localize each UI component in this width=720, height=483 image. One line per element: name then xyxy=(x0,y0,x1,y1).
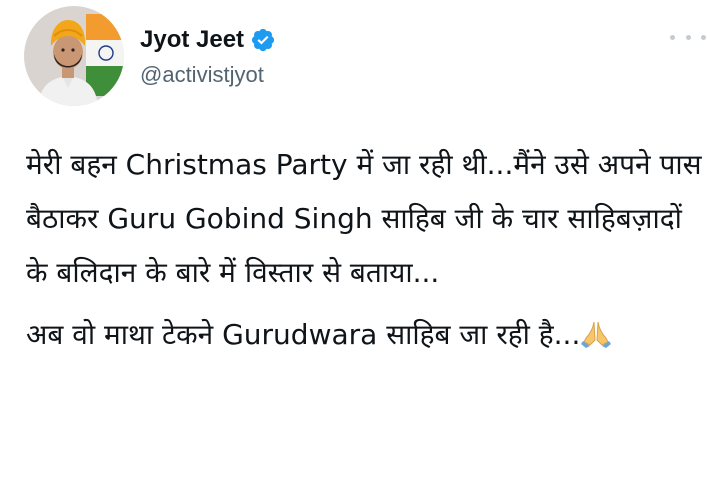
author-display-name[interactable]: Jyot Jeet xyxy=(140,26,244,54)
tweet-paragraph: मेरी बहन Christmas Party में जा रही थी..… xyxy=(26,138,706,300)
avatar-image xyxy=(24,6,124,106)
tweet-paragraph-text: अब वो माथा टेकने Gurudwara साहिब जा रही … xyxy=(26,318,581,351)
author-name-row: Jyot Jeet xyxy=(140,22,276,58)
folded-hands-emoji xyxy=(580,312,612,348)
more-options-icon[interactable] xyxy=(670,28,706,46)
tweet-text: मेरी बहन Christmas Party में जा रही थी..… xyxy=(26,138,706,362)
author-handle[interactable]: @activistjyot xyxy=(140,62,264,88)
avatar[interactable] xyxy=(24,6,124,106)
tweet-paragraph-text: मेरी बहन Christmas Party में जा रही थी..… xyxy=(26,148,711,289)
tweet-paragraph: अब वो माथा टेकने Gurudwara साहिब जा रही … xyxy=(26,308,706,362)
tweet-card: Jyot Jeet @activistjyot मेरी बहन Christm… xyxy=(0,0,720,483)
verified-badge-icon xyxy=(250,27,276,53)
